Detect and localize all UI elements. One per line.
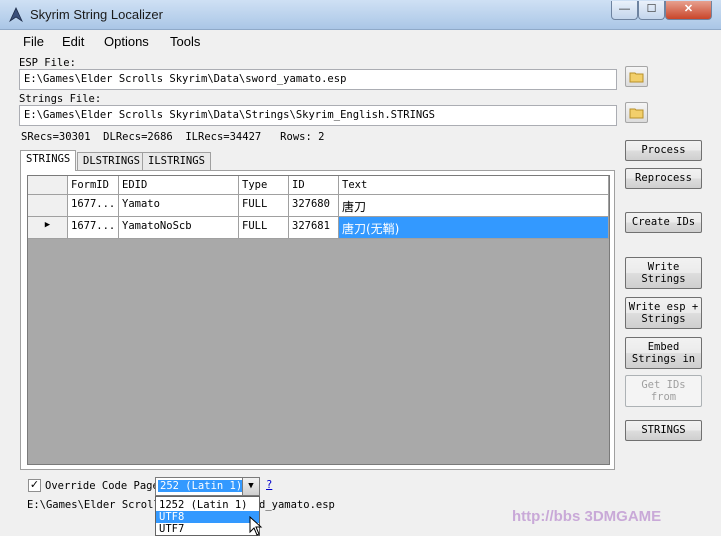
- cell-id[interactable]: 327681: [289, 217, 339, 238]
- col-formid[interactable]: FormID: [68, 176, 119, 194]
- col-type[interactable]: Type: [239, 176, 289, 194]
- write-esp-strings-button[interactable]: Write esp + Strings: [625, 297, 702, 329]
- menu-tools[interactable]: Tools: [170, 34, 200, 49]
- cell-type[interactable]: FULL: [239, 195, 289, 216]
- esp-file-field[interactable]: E:\Games\Elder Scrolls Skyrim\Data\sword…: [19, 69, 617, 90]
- cell-formid[interactable]: 1677...: [68, 217, 119, 238]
- cell-id[interactable]: 327680: [289, 195, 339, 216]
- grid-header: FormID EDID Type ID Text: [28, 176, 609, 195]
- bottom-path-left: E:\Games\Elder Scrolls: [27, 499, 167, 511]
- cell-edid[interactable]: YamatoNoScb: [119, 217, 239, 238]
- get-ids-label-line1: Get IDs: [641, 379, 686, 391]
- menu-edit[interactable]: Edit: [62, 34, 84, 49]
- row-marker[interactable]: ▶: [28, 217, 68, 238]
- chevron-down-icon[interactable]: ▼: [242, 478, 259, 495]
- menu-options[interactable]: Options: [104, 34, 149, 49]
- write-esp-label-line1: Write esp +: [628, 301, 699, 313]
- override-code-page-checkbox[interactable]: ✓: [28, 479, 41, 492]
- title-bar[interactable]: Skyrim String Localizer — ☐ ✕: [0, 0, 721, 30]
- table-row[interactable]: 1677... Yamato FULL 327680 唐刀: [28, 195, 609, 217]
- get-ids-label-line2: from: [650, 391, 677, 403]
- dropdown-option-highlighted[interactable]: UTF8: [156, 511, 259, 523]
- get-ids-from-button[interactable]: Get IDs from: [625, 375, 702, 407]
- dropdown-option[interactable]: 1252 (Latin 1): [156, 499, 259, 511]
- write-strings-label-line1: Write: [647, 261, 680, 273]
- tab-dlstrings[interactable]: DLSTRINGS: [77, 152, 146, 170]
- record-stats: SRecs=30301 DLRecs=2686 ILRecs=34427 Row…: [21, 131, 325, 143]
- maximize-button[interactable]: ☐: [638, 1, 665, 20]
- help-link[interactable]: ?: [266, 479, 272, 491]
- process-button[interactable]: Process: [625, 140, 702, 161]
- browse-esp-button[interactable]: [625, 66, 648, 87]
- bottom-path-right: d_yamato.esp: [259, 499, 335, 511]
- esp-file-label: ESP File:: [19, 57, 76, 69]
- embed-strings-button[interactable]: Embed Strings in: [625, 337, 702, 369]
- watermark: http://bbs 3DMGAME: [512, 508, 662, 525]
- code-page-selected-value: 252 (Latin 1): [158, 480, 245, 492]
- override-code-page-label: Override Code Page:: [45, 480, 166, 492]
- strings-file-label: Strings File:: [19, 93, 102, 105]
- browse-strings-button[interactable]: [625, 102, 648, 123]
- write-esp-label-line2: Strings: [641, 313, 686, 325]
- code-page-dropdown-list[interactable]: 1252 (Latin 1) UTF8 UTF7: [155, 496, 260, 536]
- strings-file-field[interactable]: E:\Games\Elder Scrolls Skyrim\Data\Strin…: [19, 105, 617, 126]
- table-row[interactable]: ▶ 1677... YamatoNoScb FULL 327681 唐刀(无鞘): [28, 217, 609, 239]
- dropdown-option[interactable]: UTF7: [156, 523, 259, 535]
- close-button[interactable]: ✕: [665, 1, 712, 20]
- mouse-cursor-icon: [249, 516, 263, 536]
- folder-icon: [629, 108, 644, 119]
- folder-icon: [629, 72, 644, 83]
- cell-text[interactable]: 唐刀: [339, 195, 609, 216]
- write-strings-label-line2: Strings: [641, 273, 686, 285]
- cell-formid[interactable]: 1677...: [68, 195, 119, 216]
- cell-text-selected[interactable]: 唐刀(无鞘): [339, 217, 609, 238]
- embed-label-line2: Strings in: [631, 353, 696, 365]
- window-title: Skyrim String Localizer: [30, 7, 163, 22]
- create-ids-button[interactable]: Create IDs: [625, 212, 702, 233]
- minimize-button[interactable]: —: [611, 1, 638, 20]
- tab-ilstrings[interactable]: ILSTRINGS: [142, 152, 211, 170]
- app-icon: [9, 7, 23, 23]
- col-edid[interactable]: EDID: [119, 176, 239, 194]
- col-id[interactable]: ID: [289, 176, 339, 194]
- reprocess-button[interactable]: Reprocess: [625, 168, 702, 189]
- menu-file[interactable]: File: [23, 34, 44, 49]
- write-strings-button[interactable]: Write Strings: [625, 257, 702, 289]
- cell-edid[interactable]: Yamato: [119, 195, 239, 216]
- code-page-select[interactable]: 252 (Latin 1) ▼: [155, 477, 260, 496]
- row-header-corner: [28, 176, 68, 194]
- cell-type[interactable]: FULL: [239, 217, 289, 238]
- embed-label-line1: Embed: [647, 341, 680, 353]
- strings-button[interactable]: STRINGS: [625, 420, 702, 441]
- tab-strings[interactable]: STRINGS: [20, 150, 77, 171]
- row-marker[interactable]: [28, 195, 68, 216]
- col-text[interactable]: Text: [339, 176, 609, 194]
- strings-grid[interactable]: FormID EDID Type ID Text 1677... Yamato …: [27, 175, 610, 465]
